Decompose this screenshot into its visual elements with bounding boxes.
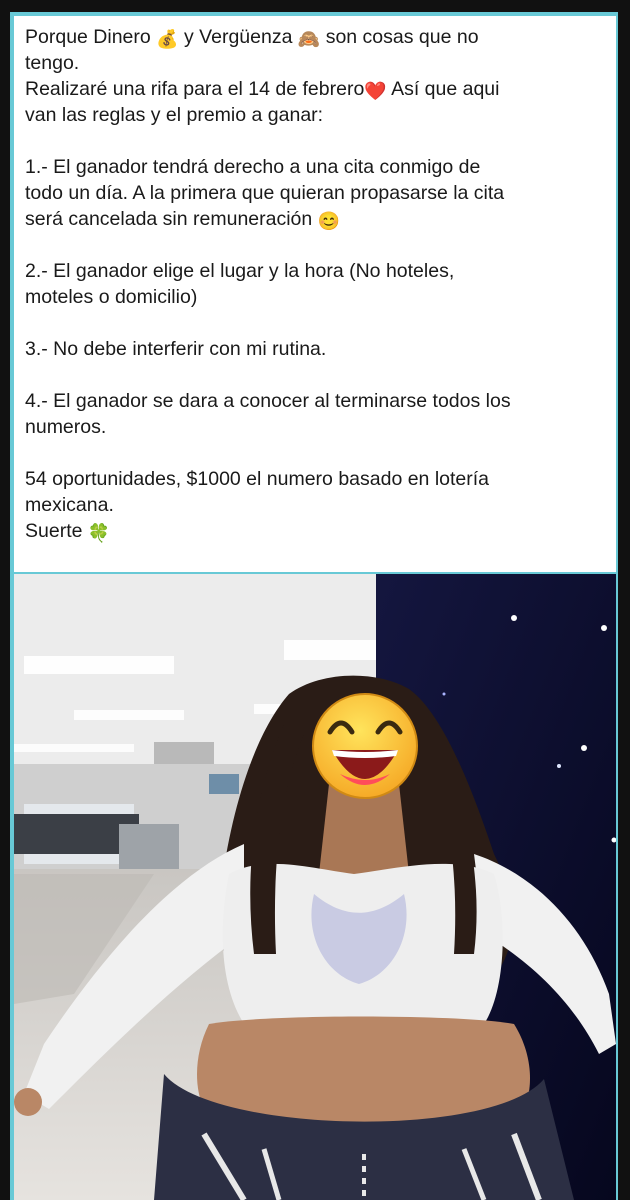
closing-text: Suerte <box>25 520 83 542</box>
rule-4-line-2: numeros. <box>25 416 107 438</box>
closing-line-3: Suerte 🍀 <box>25 518 606 544</box>
rule-2-line-2: moteles o domicilio) <box>25 286 198 308</box>
photo-illustration <box>14 574 616 1200</box>
smiling-face-icon: 😊 <box>317 211 341 231</box>
rule-4-line-1: 4.- El ganador se dara a conocer al term… <box>25 390 511 412</box>
raffle-line-1: Realizaré una rifa para el 14 de febrero… <box>25 76 606 102</box>
rule-1-line-1: 1.- El ganador tendrá derecho a una cita… <box>25 156 481 178</box>
rule-4: 4.- El ganador se dara a conocer al term… <box>25 388 606 440</box>
intro-text-b: y Vergüenza <box>184 26 293 48</box>
closing-paragraph: 54 oportunidades, $1000 el numero basado… <box>25 466 606 544</box>
rule-2-line-1: 2.- El ganador elige el lugar y la hora … <box>25 260 455 282</box>
screenshot-frame: Porque Dinero 💰 y Vergüenza 🙈 son cosas … <box>0 0 630 1200</box>
social-post: Porque Dinero 💰 y Vergüenza 🙈 son cosas … <box>10 12 618 1200</box>
post-photo <box>14 574 616 1200</box>
rule-3: 3.- No debe interferir con mi rutina. <box>25 336 606 362</box>
money-bag-icon: 💰 <box>156 29 179 49</box>
rule-1-text: será cancelada sin remuneración <box>25 208 313 230</box>
intro-text-a: Porque Dinero <box>25 26 151 48</box>
closing-line-1: 54 oportunidades, $1000 el numero basado… <box>25 468 490 490</box>
four-leaf-clover-icon: 🍀 <box>87 523 111 543</box>
raffle-text-b: Así que aqui <box>391 78 500 100</box>
rule-1-line-3: será cancelada sin remuneración 😊 <box>25 206 606 232</box>
laughing-face-emoji-icon <box>312 693 418 799</box>
intro-paragraph: Porque Dinero 💰 y Vergüenza 🙈 son cosas … <box>25 24 606 128</box>
rule-3-line-1: 3.- No debe interferir con mi rutina. <box>25 338 327 360</box>
rule-1: 1.- El ganador tendrá derecho a una cita… <box>25 154 606 232</box>
intro-text-c: son cosas que no <box>325 26 479 48</box>
raffle-line-2: van las reglas y el premio a ganar: <box>25 104 324 126</box>
post-text-card: Porque Dinero 💰 y Vergüenza 🙈 son cosas … <box>14 16 616 572</box>
closing-line-2: mexicana. <box>25 494 114 516</box>
raffle-text-a: Realizaré una rifa para el 14 de febrero <box>25 78 365 100</box>
intro-line-2: tengo. <box>25 52 80 74</box>
heart-icon: ❤️ <box>364 81 387 101</box>
rule-1-line-2: todo un día. A la primera que quieran pr… <box>25 182 505 204</box>
rule-2: 2.- El ganador elige el lugar y la hora … <box>25 258 606 310</box>
see-no-evil-monkey-icon: 🙈 <box>297 29 321 49</box>
intro-line-1: Porque Dinero 💰 y Vergüenza 🙈 son cosas … <box>25 24 606 50</box>
